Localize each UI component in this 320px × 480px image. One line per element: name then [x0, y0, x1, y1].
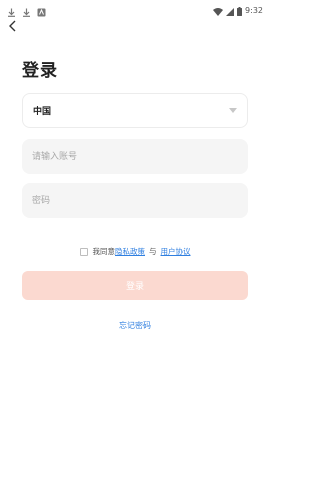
- agreement-checkbox[interactable]: [79, 247, 88, 256]
- back-button[interactable]: [4, 17, 22, 35]
- login-button[interactable]: 登录: [22, 271, 248, 300]
- country-selected-value: 中国: [33, 107, 52, 117]
- privacy-policy-link[interactable]: 隐私政策: [115, 246, 145, 257]
- status-right-icons: 9:32: [213, 1, 263, 20]
- dropdown-caret-icon: [229, 108, 237, 113]
- download-icon: [22, 2, 31, 17]
- status-bar: 9:32: [0, 0, 270, 17]
- battery-icon: [237, 1, 243, 20]
- agreement-and-text: 与: [149, 247, 157, 256]
- app-notification-icon: [37, 2, 46, 17]
- download-icon: [7, 2, 16, 17]
- forgot-password-link[interactable]: 忘记密码: [0, 320, 270, 331]
- password-input[interactable]: [22, 183, 248, 218]
- country-select[interactable]: 中国: [22, 93, 248, 128]
- user-agreement-link[interactable]: 用户协议: [161, 246, 191, 257]
- status-time: 9:32: [245, 6, 263, 15]
- chevron-left-icon: [9, 20, 16, 32]
- page-title: 登录: [22, 61, 58, 81]
- status-left-icons: [7, 2, 46, 17]
- agreement-prefix-text: 我同意: [92, 247, 116, 256]
- agreement-row: 我同意 隐私政策 与 用户协议: [0, 246, 270, 257]
- signal-icon: [226, 1, 235, 20]
- account-input[interactable]: [22, 139, 248, 174]
- wifi-icon: [213, 1, 224, 20]
